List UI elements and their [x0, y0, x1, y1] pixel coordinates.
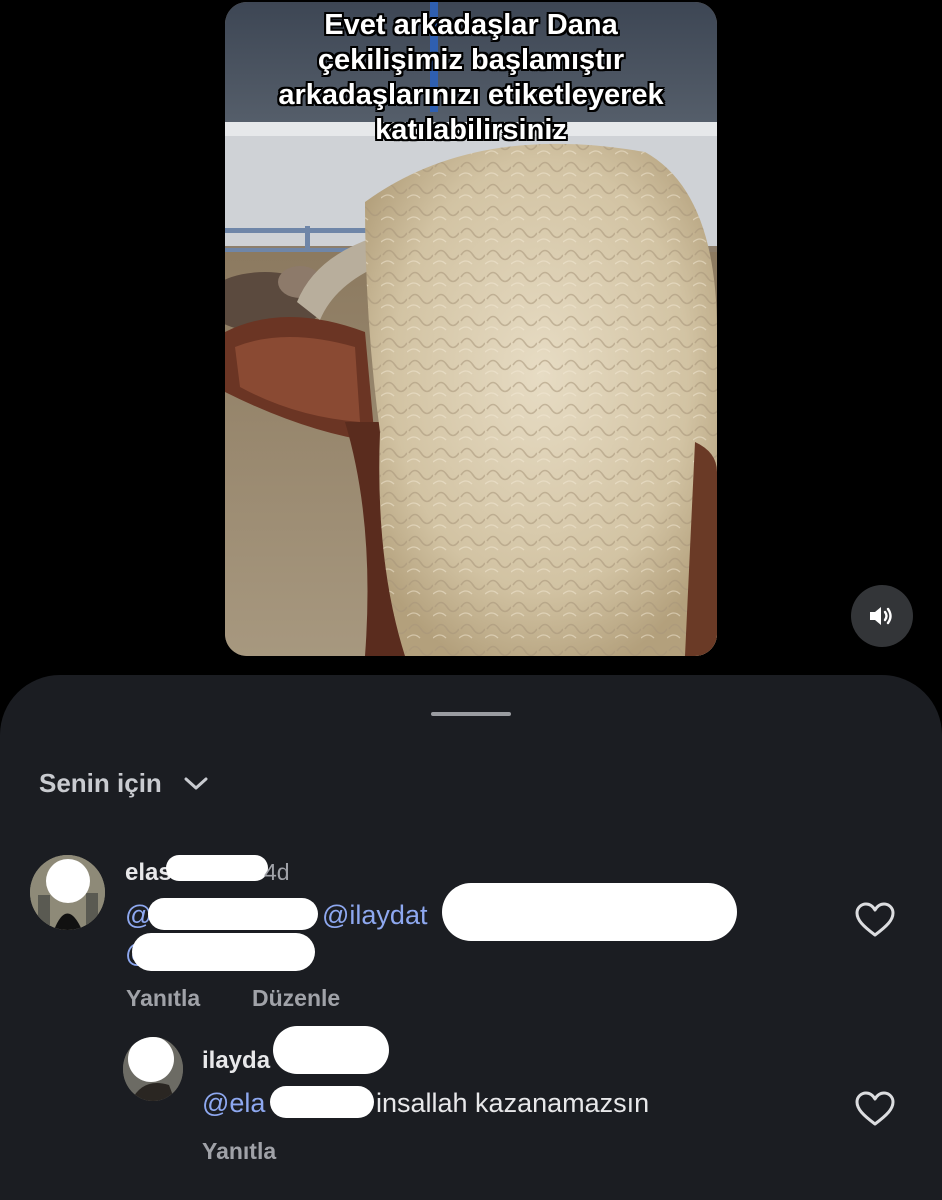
avatar[interactable] [123, 1037, 183, 1101]
comment-text: insallah kazanamazsın [376, 1088, 650, 1118]
video-caption: Evet arkadaşlar Dana çekilişimiz başlamı… [278, 9, 664, 146]
reply-button[interactable]: Yanıtla [202, 1138, 276, 1165]
comments-sheet: Senin için elas 4d @ @ilaydat Yanıtla Dü… [0, 675, 942, 1200]
comment-username[interactable]: ilayda [202, 1047, 270, 1075]
comment-item: ilayda @ela insallah kazanamazsın Yanıtl… [0, 675, 942, 1195]
mention-link[interactable]: @ela [202, 1088, 265, 1119]
video-preview[interactable]: Evet arkadaşlar Dana çekilişimiz başlamı… [225, 2, 717, 656]
redaction-mark [270, 1086, 374, 1118]
heart-outline-icon[interactable] [855, 1091, 895, 1127]
redaction-mark [273, 1026, 389, 1074]
speaker-volume-icon [870, 607, 892, 625]
sound-toggle-button[interactable] [851, 585, 913, 647]
screen: Evet arkadaşlar Dana çekilişimiz başlamı… [0, 0, 942, 1200]
